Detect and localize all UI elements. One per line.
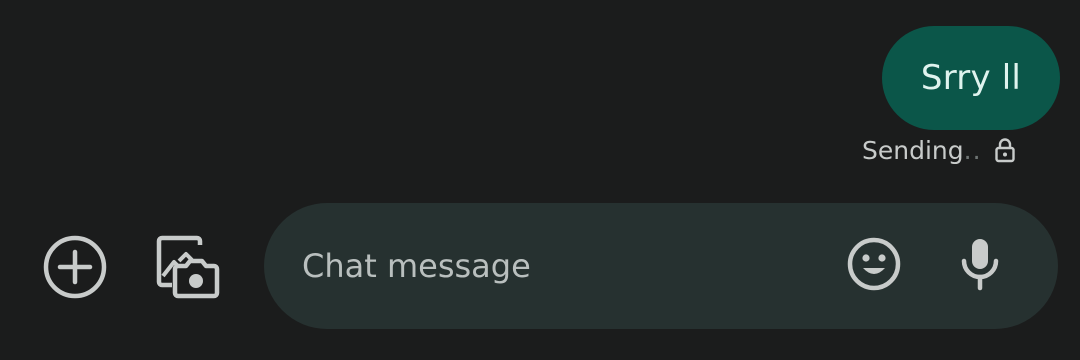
sending-status-label: Sending xyxy=(862,135,964,165)
emoji-icon xyxy=(846,236,902,296)
lock-icon xyxy=(994,137,1016,163)
add-circle-icon xyxy=(42,234,108,304)
message-composer xyxy=(264,203,1058,329)
sending-progress-dots: .. xyxy=(963,135,982,165)
voice-message-button[interactable] xyxy=(950,234,1010,298)
chat-message-input[interactable] xyxy=(302,241,802,291)
message-status: Sending .. xyxy=(862,132,1016,168)
gallery-camera-icon xyxy=(152,232,222,306)
gallery-camera-button[interactable] xyxy=(148,230,226,308)
emoji-button[interactable] xyxy=(844,236,904,296)
outgoing-message-bubble[interactable]: Srry ll xyxy=(882,26,1060,130)
add-attachment-button[interactable] xyxy=(36,230,114,308)
message-text: Srry ll xyxy=(920,58,1022,98)
microphone-icon xyxy=(958,236,1002,296)
